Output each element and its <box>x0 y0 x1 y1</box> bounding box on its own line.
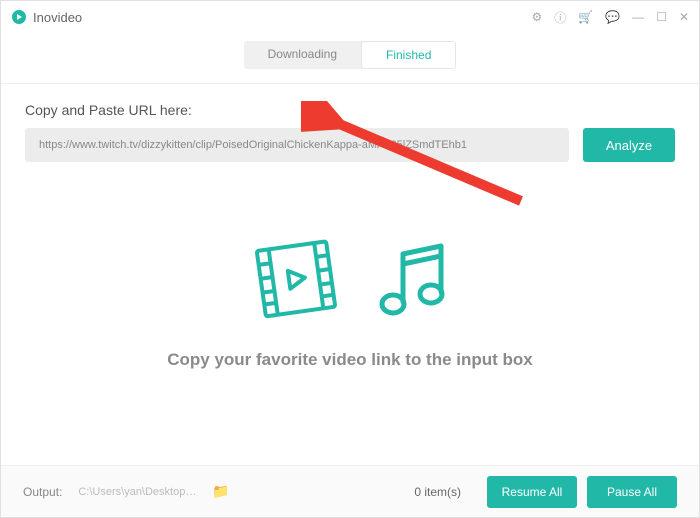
app-logo-icon <box>11 9 27 25</box>
pause-all-button[interactable]: Pause All <box>587 476 677 508</box>
info-icon[interactable]: ⓘ <box>554 9 566 26</box>
cart-icon[interactable]: 🛒 <box>578 10 593 24</box>
maximize-icon[interactable]: ☐ <box>656 10 667 24</box>
tab-finished[interactable]: Finished <box>361 41 456 69</box>
close-icon[interactable]: ✕ <box>679 10 689 24</box>
film-icon <box>245 234 345 324</box>
url-input[interactable] <box>25 128 569 162</box>
output-path-select[interactable]: C:\Users\yan\Desktop\te... ▾ <box>72 481 202 502</box>
item-count: 0 item(s) <box>414 485 461 499</box>
chat-icon[interactable]: 💬 <box>605 10 620 24</box>
url-input-row: Analyze <box>25 128 675 162</box>
illustration <box>245 234 455 324</box>
folder-icon[interactable]: 📁 <box>212 483 229 500</box>
empty-hint: Copy your favorite video link to the inp… <box>167 350 533 370</box>
tab-downloading[interactable]: Downloading <box>244 41 361 69</box>
logo: Inovideo <box>11 9 82 25</box>
minimize-icon[interactable]: — <box>632 10 644 24</box>
resume-all-button[interactable]: Resume All <box>487 476 577 508</box>
output-label: Output: <box>23 485 62 499</box>
music-note-icon <box>375 234 455 324</box>
empty-state: Copy your favorite video link to the inp… <box>25 234 675 370</box>
tabs-row: Downloading Finished <box>1 33 699 84</box>
analyze-button[interactable]: Analyze <box>583 128 675 162</box>
url-label: Copy and Paste URL here: <box>25 102 675 118</box>
app-title: Inovideo <box>33 10 82 25</box>
window-controls: ⚙ ⓘ 🛒 💬 — ☐ ✕ <box>531 9 689 26</box>
tabs: Downloading Finished <box>244 41 457 69</box>
settings-icon[interactable]: ⚙ <box>531 10 542 24</box>
content: Copy and Paste URL here: Analyze <box>1 84 699 370</box>
title-bar: Inovideo ⚙ ⓘ 🛒 💬 — ☐ ✕ <box>1 1 699 33</box>
footer: Output: C:\Users\yan\Desktop\te... ▾ 📁 0… <box>1 465 699 517</box>
